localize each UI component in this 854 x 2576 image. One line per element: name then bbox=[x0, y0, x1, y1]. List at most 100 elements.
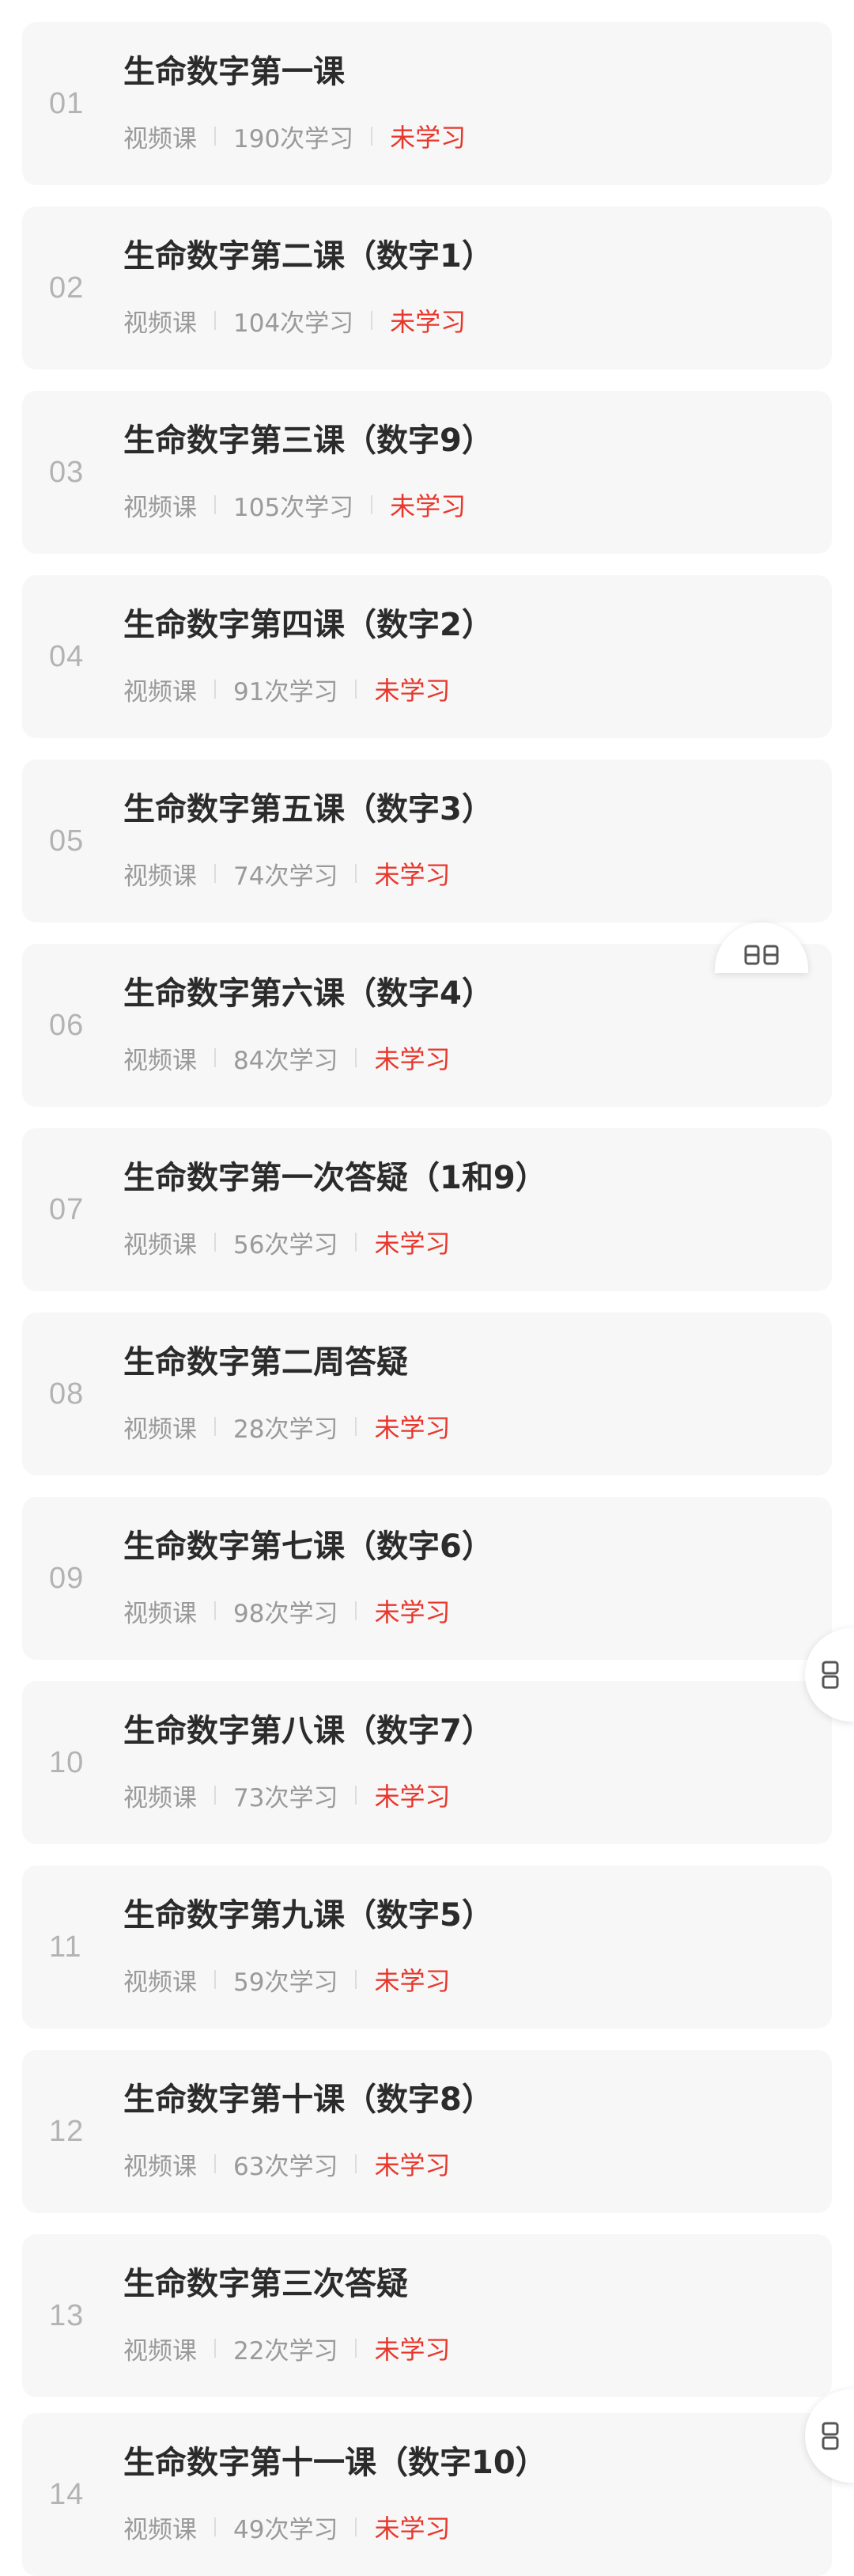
lesson-type: 视频课 bbox=[123, 309, 197, 338]
lesson-title: 生命数字第五课（数字3） bbox=[123, 791, 493, 828]
study-count: 73次学习 bbox=[233, 1783, 338, 1813]
lesson-type: 视频课 bbox=[123, 2515, 197, 2544]
study-count: 28次学习 bbox=[233, 1415, 338, 1444]
study-status: 未学习 bbox=[374, 2150, 451, 2180]
lesson-card[interactable]: 06 生命数字第六课（数字4） 视频课 84次学习 未学习 bbox=[22, 944, 832, 1107]
lesson-number: 10 bbox=[49, 1746, 85, 1779]
meta-divider bbox=[214, 680, 216, 699]
meta-divider bbox=[214, 1970, 216, 1989]
reader-mode-icon bbox=[822, 1661, 839, 1689]
meta-divider bbox=[371, 311, 373, 330]
meta-divider bbox=[214, 495, 216, 514]
study-count: 91次学习 bbox=[233, 677, 338, 707]
meta-divider bbox=[214, 1417, 216, 1436]
meta-divider bbox=[214, 1233, 216, 1252]
floating-reader-button[interactable] bbox=[715, 922, 808, 973]
reader-mode-icon bbox=[822, 2422, 839, 2450]
meta-divider bbox=[214, 2154, 216, 2173]
meta-divider bbox=[214, 311, 216, 330]
lesson-card[interactable]: 13 生命数字第三次答疑 视频课 22次学习 未学习 bbox=[22, 2234, 832, 2397]
lesson-title: 生命数字第三课（数字9） bbox=[123, 422, 493, 459]
study-count: 59次学习 bbox=[233, 1968, 338, 1997]
lesson-title: 生命数字第三次答疑 bbox=[123, 2266, 408, 2302]
study-count: 190次学习 bbox=[233, 124, 354, 153]
lesson-type: 视频课 bbox=[123, 493, 197, 522]
lesson-card[interactable]: 10 生命数字第八课（数字7） 视频课 73次学习 未学习 bbox=[22, 1681, 832, 1844]
meta-divider bbox=[355, 1417, 357, 1436]
reader-mode-icon bbox=[744, 945, 779, 965]
lesson-meta: 视频课 49次学习 未学习 bbox=[123, 2510, 450, 2544]
lesson-meta: 视频课 98次学习 未学习 bbox=[123, 1593, 450, 1628]
lesson-type: 视频课 bbox=[123, 1230, 197, 1260]
lesson-title: 生命数字第六课（数字4） bbox=[123, 975, 493, 1012]
study-status: 未学习 bbox=[374, 1782, 451, 1812]
meta-divider bbox=[214, 1786, 216, 1805]
lesson-number: 14 bbox=[49, 2478, 85, 2511]
lesson-card[interactable]: 07 生命数字第一次答疑（1和9） 视频课 56次学习 未学习 bbox=[22, 1128, 832, 1291]
lesson-number: 11 bbox=[49, 1930, 82, 1964]
lesson-number: 06 bbox=[49, 1009, 85, 1042]
meta-divider bbox=[355, 1048, 357, 1067]
lesson-meta: 视频课 28次学习 未学习 bbox=[123, 1409, 450, 1444]
study-status: 未学习 bbox=[390, 123, 467, 153]
meta-divider bbox=[355, 1233, 357, 1252]
lesson-meta: 视频课 73次学习 未学习 bbox=[123, 1778, 450, 1813]
lesson-title: 生命数字第二周答疑 bbox=[123, 1344, 408, 1381]
study-count: 105次学习 bbox=[233, 493, 354, 522]
lesson-number: 03 bbox=[49, 456, 85, 489]
meta-divider bbox=[355, 2339, 357, 2358]
lesson-type: 视频课 bbox=[123, 124, 197, 153]
lesson-card[interactable]: 11 生命数字第九课（数字5） 视频课 59次学习 未学习 bbox=[22, 1866, 832, 2029]
lesson-meta: 视频课 84次学习 未学习 bbox=[123, 1040, 450, 1075]
lesson-card[interactable]: 08 生命数字第二周答疑 视频课 28次学习 未学习 bbox=[22, 1313, 832, 1476]
lesson-card[interactable]: 03 生命数字第三课（数字9） 视频课 105次学习 未学习 bbox=[22, 391, 832, 554]
study-status: 未学习 bbox=[374, 1966, 451, 1996]
study-status: 未学习 bbox=[374, 2513, 451, 2544]
lesson-card[interactable]: 01 生命数字第一课 视频课 190次学习 未学习 bbox=[22, 22, 832, 185]
lesson-number: 09 bbox=[49, 1562, 85, 1595]
lesson-card[interactable]: 14 生命数字第十一课（数字10） 视频课 49次学习 未学习 bbox=[22, 2413, 832, 2576]
lesson-meta: 视频课 59次学习 未学习 bbox=[123, 1962, 450, 1997]
lesson-number: 13 bbox=[49, 2299, 85, 2332]
lesson-meta: 视频课 91次学习 未学习 bbox=[123, 672, 450, 707]
study-count: 22次学习 bbox=[233, 2336, 338, 2366]
lesson-card[interactable]: 05 生命数字第五课（数字3） 视频课 74次学习 未学习 bbox=[22, 760, 832, 922]
study-status: 未学习 bbox=[374, 1413, 451, 1443]
study-status: 未学习 bbox=[374, 1229, 451, 1259]
lesson-meta: 视频课 190次学习 未学习 bbox=[123, 119, 466, 153]
lesson-type: 视频课 bbox=[123, 1046, 197, 1075]
lesson-meta: 视频课 56次学习 未学习 bbox=[123, 1225, 450, 1260]
lesson-title: 生命数字第九课（数字5） bbox=[123, 1897, 493, 1934]
lesson-title: 生命数字第一课 bbox=[123, 54, 345, 90]
lesson-card[interactable]: 02 生命数字第二课（数字1） 视频课 104次学习 未学习 bbox=[22, 206, 832, 369]
lesson-number: 04 bbox=[49, 640, 85, 673]
meta-divider bbox=[214, 2517, 216, 2536]
lesson-title: 生命数字第七课（数字6） bbox=[123, 1529, 493, 1565]
study-status: 未学习 bbox=[374, 676, 451, 706]
meta-divider bbox=[355, 2154, 357, 2173]
lesson-title: 生命数字第四课（数字2） bbox=[123, 607, 493, 643]
meta-divider bbox=[355, 2517, 357, 2536]
lesson-type: 视频课 bbox=[123, 1599, 197, 1628]
lesson-title: 生命数字第八课（数字7） bbox=[123, 1713, 493, 1749]
lesson-title: 生命数字第十一课（数字10） bbox=[123, 2445, 547, 2481]
meta-divider bbox=[355, 680, 357, 699]
study-status: 未学习 bbox=[374, 1044, 451, 1074]
lesson-card[interactable]: 09 生命数字第七课（数字6） 视频课 98次学习 未学习 bbox=[22, 1497, 832, 1660]
meta-divider bbox=[214, 2339, 216, 2358]
study-status: 未学习 bbox=[390, 307, 467, 337]
study-status: 未学习 bbox=[390, 491, 467, 521]
lesson-meta: 视频课 22次学习 未学习 bbox=[123, 2331, 450, 2366]
lesson-number: 01 bbox=[49, 87, 85, 120]
lesson-card[interactable]: 12 生命数字第十课（数字8） 视频课 63次学习 未学习 bbox=[22, 2050, 832, 2213]
lesson-number: 02 bbox=[49, 271, 85, 305]
study-count: 84次学习 bbox=[233, 1046, 338, 1075]
lesson-type: 视频课 bbox=[123, 2336, 197, 2366]
meta-divider bbox=[371, 495, 373, 514]
lesson-title: 生命数字第十课（数字8） bbox=[123, 2082, 493, 2118]
lesson-card[interactable]: 04 生命数字第四课（数字2） 视频课 91次学习 未学习 bbox=[22, 575, 832, 738]
meta-divider bbox=[214, 864, 216, 883]
meta-divider bbox=[355, 1601, 357, 1620]
lesson-type: 视频课 bbox=[123, 862, 197, 891]
meta-divider bbox=[355, 864, 357, 883]
